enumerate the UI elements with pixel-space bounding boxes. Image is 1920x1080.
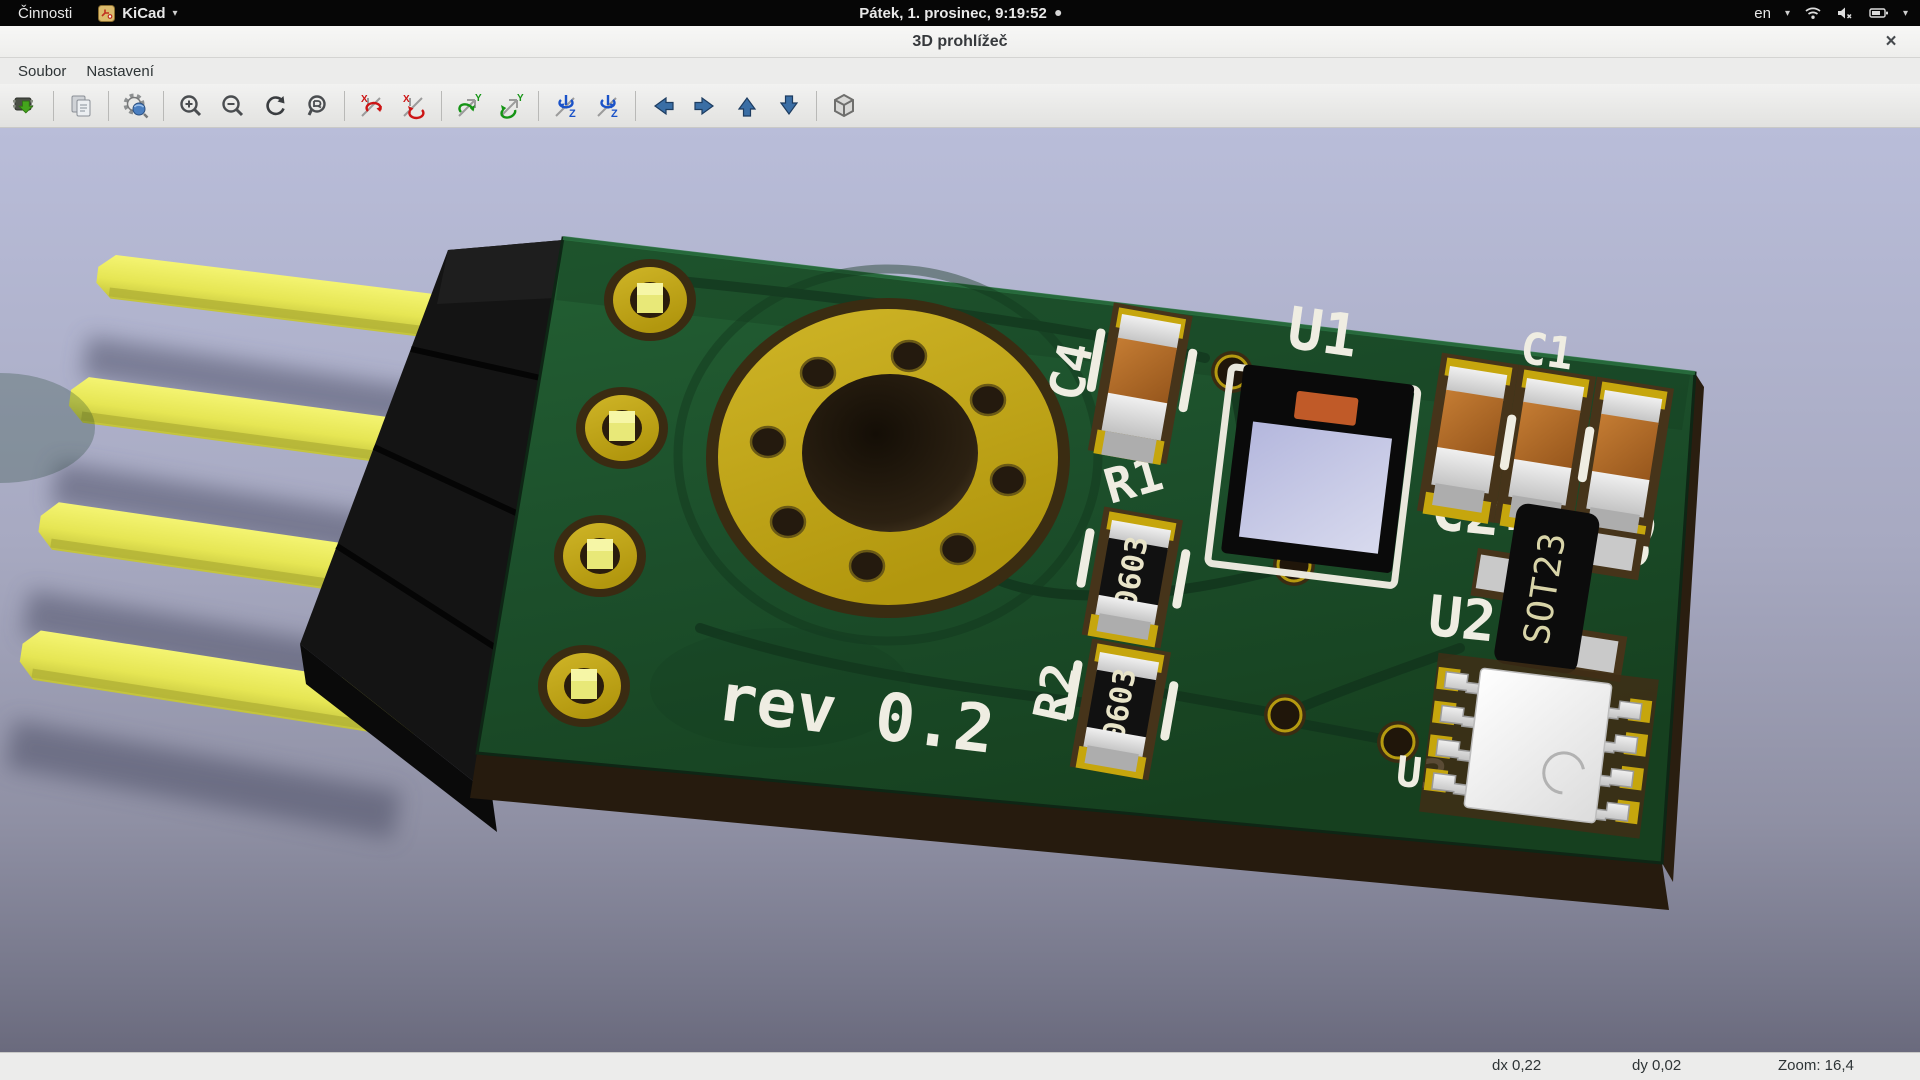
system-tray[interactable]: en ▾	[1754, 5, 1920, 22]
rotate-z-pos-icon: Z	[594, 92, 622, 120]
chevron-down-icon[interactable]: ▾	[1903, 8, 1908, 19]
rotate-y-pos-button[interactable]: Y	[491, 87, 531, 125]
move-left-icon	[649, 92, 677, 120]
toolbar-separator	[538, 91, 539, 121]
svg-text:X: X	[403, 94, 410, 105]
rotate-y-neg-button[interactable]: Y	[449, 87, 489, 125]
battery-icon	[1869, 5, 1889, 21]
copy-image-icon	[68, 93, 94, 119]
render-options-button[interactable]	[116, 87, 156, 125]
close-button[interactable]: ×	[1876, 26, 1906, 58]
move-down-icon	[775, 92, 803, 120]
record-dot-icon	[1055, 10, 1061, 16]
rotate-y-pos-icon: Y	[497, 92, 525, 120]
svg-text:Z: Z	[611, 108, 618, 120]
gnome-top-bar: Činnosti KiCad ▾ Pátek, 1. prosinec, 9:1…	[0, 0, 1920, 26]
reload-board-icon	[12, 92, 40, 120]
clock[interactable]: Pátek, 1. prosinec, 9:19:52	[859, 5, 1061, 22]
toolbar-separator	[163, 91, 164, 121]
toolbar: X X Y Y	[0, 84, 1920, 128]
wifi-icon	[1804, 5, 1822, 21]
zoom-in-button[interactable]	[171, 87, 211, 125]
zoom-fit-icon	[304, 93, 330, 119]
move-left-button[interactable]	[643, 87, 683, 125]
toolbar-separator	[635, 91, 636, 121]
svg-text:X: X	[361, 94, 368, 105]
menu-settings[interactable]: Nastavení	[76, 61, 164, 82]
toolbar-separator	[53, 91, 54, 121]
move-right-button[interactable]	[685, 87, 725, 125]
rotate-x-neg-icon: X	[358, 92, 386, 120]
menu-bar: Soubor Nastavení	[0, 58, 1920, 84]
toolbar-separator	[108, 91, 109, 121]
kicad-3d-viewer-window: Činnosti KiCad ▾ Pátek, 1. prosinec, 9:1…	[0, 0, 1920, 1080]
zoom-out-icon	[220, 93, 246, 119]
app-menu-label: KiCad	[122, 5, 165, 22]
window-title: 3D prohlížeč	[912, 33, 1007, 51]
copy-image-button[interactable]	[61, 87, 101, 125]
move-up-button[interactable]	[727, 87, 767, 125]
svg-text:Z: Z	[569, 108, 576, 120]
status-dx: dx 0,22	[1492, 1057, 1541, 1074]
reload-board-button[interactable]	[6, 87, 46, 125]
volume-muted-icon	[1836, 5, 1855, 21]
redraw-button[interactable]	[255, 87, 295, 125]
menu-file[interactable]: Soubor	[8, 61, 76, 82]
toolbar-separator	[816, 91, 817, 121]
keyboard-layout[interactable]: en	[1754, 5, 1771, 22]
3d-scene: rev 0.2 U1 C4 R1 R2 C1 C2 C3 U2 U3	[0, 128, 1920, 1052]
status-zoom: Zoom: 16,4	[1778, 1057, 1854, 1074]
clock-label: Pátek, 1. prosinec, 9:19:52	[859, 5, 1047, 22]
status-dy: dy 0,02	[1632, 1057, 1681, 1074]
orthographic-projection-icon	[830, 92, 858, 120]
chevron-down-icon: ▾	[1785, 8, 1790, 19]
toolbar-separator	[344, 91, 345, 121]
kicad-logo-icon	[98, 5, 115, 22]
move-right-icon	[691, 92, 719, 120]
orthographic-projection-button[interactable]	[824, 87, 864, 125]
rotate-z-pos-button[interactable]: Z	[588, 87, 628, 125]
rotate-x-pos-button[interactable]: X	[394, 87, 434, 125]
render-options-icon	[121, 91, 151, 121]
rotate-x-neg-button[interactable]: X	[352, 87, 392, 125]
redraw-icon	[262, 93, 288, 119]
activities-button[interactable]: Činnosti	[14, 5, 76, 22]
zoom-out-button[interactable]	[213, 87, 253, 125]
toolbar-separator	[441, 91, 442, 121]
rotate-y-neg-icon: Y	[455, 92, 483, 120]
window-titlebar: 3D prohlížeč ×	[0, 26, 1920, 58]
chevron-down-icon: ▾	[173, 8, 178, 19]
svg-text:Y: Y	[475, 93, 482, 104]
silkscreen-u1: U1	[1283, 294, 1362, 371]
zoom-fit-button[interactable]	[297, 87, 337, 125]
move-down-button[interactable]	[769, 87, 809, 125]
status-bar: dx 0,22 dy 0,02 Zoom: 16,4	[0, 1052, 1920, 1080]
rotate-z-neg-button[interactable]: Z	[546, 87, 586, 125]
3d-viewport[interactable]: rev 0.2 U1 C4 R1 R2 C1 C2 C3 U2 U3	[0, 128, 1920, 1052]
svg-text:Y: Y	[517, 93, 524, 104]
rotate-x-pos-icon: X	[400, 92, 428, 120]
component-u2	[1419, 653, 1659, 839]
zoom-in-icon	[178, 93, 204, 119]
app-menu[interactable]: KiCad ▾	[98, 5, 177, 22]
rotate-z-neg-icon: Z	[552, 92, 580, 120]
mounting-hole	[706, 298, 1070, 618]
move-up-icon	[733, 92, 761, 120]
